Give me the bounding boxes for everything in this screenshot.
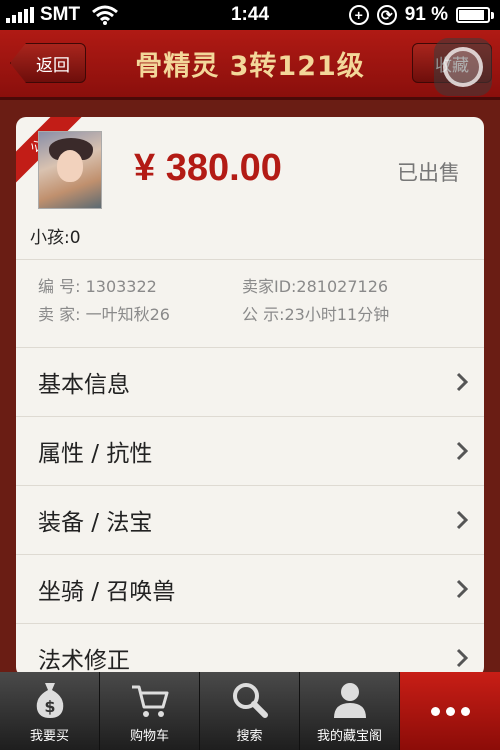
chevron-right-icon xyxy=(456,441,468,461)
item-detail-card: 公示 ¥ 380.00 已出售 小孩:0 编 号: 1303322 卖家ID:2… xyxy=(16,117,484,677)
tab-search[interactable]: 搜索 xyxy=(200,672,300,750)
notice-time: 23小时11分钟 xyxy=(284,305,390,324)
chevron-right-icon xyxy=(456,372,468,392)
battery-percent: 91 % xyxy=(404,4,448,25)
price-label: ¥ 380.00 xyxy=(134,147,282,189)
tab-cart[interactable]: 购物车 xyxy=(100,672,200,750)
tab-my-treasure[interactable]: 我的藏宝阁 xyxy=(300,672,400,750)
menu-item-label: 属性 / 抗性 xyxy=(38,441,153,467)
divider xyxy=(16,259,484,260)
search-icon xyxy=(232,683,268,718)
tab-label: 搜索 xyxy=(236,729,263,744)
menu-item-attributes[interactable]: 属性 / 抗性 xyxy=(16,416,484,485)
carrier-label: SMT xyxy=(40,4,81,25)
id-label: 编 号: xyxy=(38,277,81,296)
assistive-touch-button[interactable] xyxy=(434,38,492,96)
chevron-right-icon xyxy=(456,510,468,530)
signal-strength-icon xyxy=(6,7,34,23)
add-circle-icon: + xyxy=(348,5,369,25)
tab-label: 购物车 xyxy=(129,729,169,744)
menu-item-spell-correction[interactable]: 法术修正 xyxy=(16,623,484,677)
tab-more[interactable] xyxy=(400,672,500,750)
seller-id: 卖家ID:281027126 xyxy=(242,277,389,296)
menu-item-basic-info[interactable]: 基本信息 xyxy=(16,347,484,416)
tab-buy[interactable]: $ 我要买 xyxy=(0,672,100,750)
seller-name: 一叶知秋26 xyxy=(85,305,170,324)
svg-text:$: $ xyxy=(44,697,55,716)
rotation-lock-icon: ⟳ xyxy=(376,5,397,25)
menu-item-label: 法术修正 xyxy=(38,648,130,674)
tab-bar: $ 我要买 购物车 搜索 我的藏宝阁 xyxy=(0,672,500,750)
menu-item-label: 基本信息 xyxy=(38,372,130,398)
menu-item-label: 装备 / 法宝 xyxy=(38,510,153,536)
wifi-icon xyxy=(92,5,119,25)
status-badge: 已出售 xyxy=(397,161,460,185)
id-value: 1303322 xyxy=(85,277,157,296)
seller-label: 卖 家: xyxy=(38,305,81,324)
children-count: 小孩:0 xyxy=(30,228,81,248)
battery-icon xyxy=(456,7,494,23)
user-icon xyxy=(333,683,366,718)
tab-label: 我要买 xyxy=(29,729,69,744)
money-bag-icon: $ xyxy=(36,683,63,718)
item-info: 编 号: 1303322 卖家ID:281027126 卖 家: 一叶知秋26 … xyxy=(38,273,468,329)
tab-label: 我的藏宝阁 xyxy=(316,729,382,744)
character-avatar xyxy=(38,131,102,209)
menu-item-label: 坐骑 / 召唤兽 xyxy=(38,579,176,605)
notice-label: 公 示: xyxy=(242,305,285,324)
menu-item-equipment[interactable]: 装备 / 法宝 xyxy=(16,485,484,554)
cart-icon xyxy=(131,685,168,717)
navigation-bar: 返回 骨精灵 3转121级 收藏 xyxy=(0,30,500,100)
chevron-right-icon xyxy=(456,579,468,599)
more-icon xyxy=(430,707,470,716)
status-bar: SMT 1:44 + ⟳ 91 % xyxy=(0,0,500,30)
menu-item-mounts[interactable]: 坐骑 / 召唤兽 xyxy=(16,554,484,623)
chevron-right-icon xyxy=(456,648,468,668)
